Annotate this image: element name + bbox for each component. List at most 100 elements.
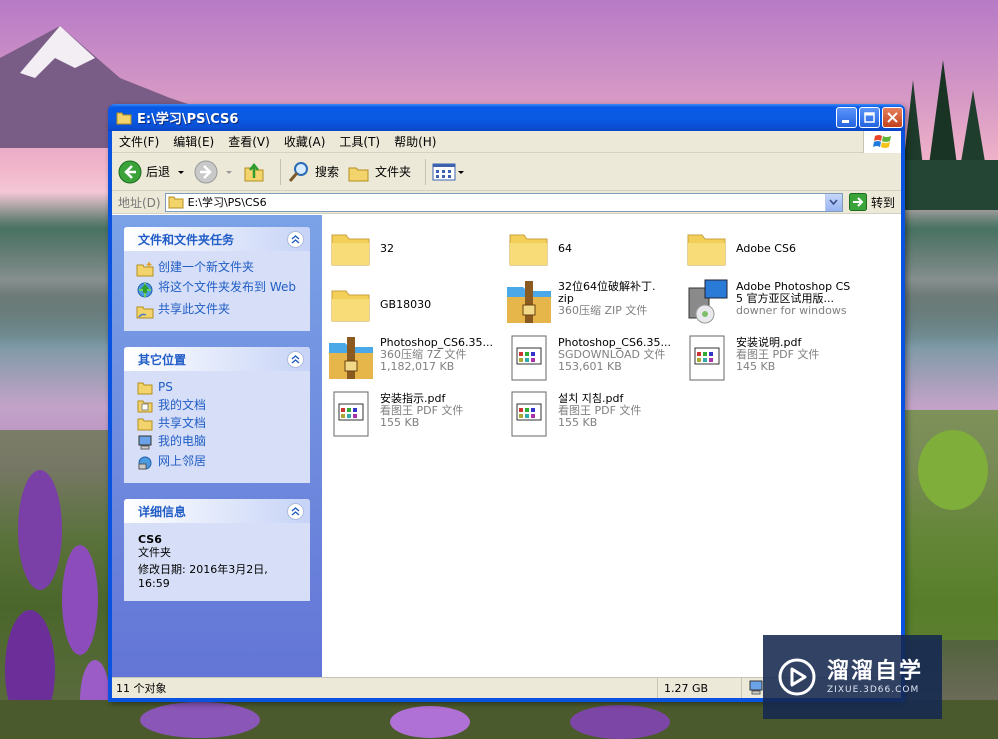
- file-name: Adobe CS6: [736, 242, 796, 255]
- file-size: 145 KB: [736, 360, 776, 373]
- back-label: 后退: [146, 165, 171, 179]
- task-publish-web[interactable]: 将这个文件夹发布到 Web: [136, 281, 302, 299]
- menu-view[interactable]: 查看(V): [221, 133, 277, 150]
- details-body: CS6 文件夹 修改日期: 2016年3月2日, 16:59: [124, 523, 310, 601]
- collapse-button[interactable]: [287, 502, 304, 520]
- views-icon: [432, 163, 456, 180]
- details-header[interactable]: 详细信息: [124, 499, 310, 523]
- other-places-header[interactable]: 其它位置: [124, 347, 310, 371]
- file-item-32[interactable]: 32: [326, 223, 501, 275]
- watermark-main: 溜溜自学: [827, 659, 924, 684]
- maximize-icon: [864, 112, 875, 123]
- chevron-up-double-icon: [291, 234, 300, 244]
- views-button[interactable]: [432, 162, 465, 182]
- address-input[interactable]: E:\学习\PS\CS6: [164, 192, 843, 212]
- task-share-folder[interactable]: 共享此文件夹: [136, 303, 302, 319]
- window-title: E:\学习\PS\CS6: [137, 112, 239, 127]
- task-new-folder-label: 创建一个新文件夹: [158, 260, 255, 274]
- other-places-body: PS 我的文档 共享文档 我的电脑 网上邻居: [124, 371, 310, 483]
- file-size: 153,601 KB: [558, 360, 622, 373]
- go-label: 转到: [870, 195, 895, 210]
- file-name: GB18030: [380, 298, 432, 311]
- file-tasks-panel: 文件和文件夹任务 创建一个新文件夹 将这个文件夹发布到 Web 共享此文件夹: [124, 227, 310, 331]
- folders-icon: [348, 167, 369, 181]
- file-item-install-guide-pdf[interactable]: 安装说明.pdf 看图王 PDF 文件 145 KB: [682, 333, 857, 385]
- window-content: 文件(F) 编辑(E) 查看(V) 收藏(A) 工具(T) 帮助(H) 后退 搜…: [112, 131, 901, 698]
- file-item-korean-guide-pdf[interactable]: 설치 지침.pdf 看图王 PDF 文件 155 KB: [504, 389, 679, 441]
- watermark-sub: ZIXUE.3D66.COM: [827, 685, 920, 695]
- menu-favorites[interactable]: 收藏(A): [277, 133, 333, 150]
- place-shared-documents-label: 共享文档: [158, 416, 207, 430]
- close-button[interactable]: [882, 107, 903, 128]
- archive-icon: [504, 277, 554, 327]
- file-item-install-instructions-pdf[interactable]: 安装指示.pdf 看图王 PDF 文件 155 KB: [326, 389, 501, 441]
- chevron-down-icon: [226, 170, 233, 174]
- folder-icon: [682, 223, 732, 273]
- watermark: 溜溜自学 ZIXUE.3D66.COM: [763, 635, 942, 719]
- network-places-icon: [138, 456, 152, 470]
- place-ps[interactable]: PS: [136, 381, 302, 395]
- details-modified: 修改日期: 2016年3月2日,: [138, 563, 268, 576]
- maximize-button[interactable]: [859, 107, 880, 128]
- chevron-down-icon: [458, 170, 465, 174]
- file-item-gb18030[interactable]: GB18030: [326, 279, 501, 331]
- folder-icon: [504, 223, 554, 273]
- go-arrow-icon: [848, 193, 867, 211]
- my-computer-icon: [749, 680, 763, 695]
- file-size: 155 KB: [380, 416, 420, 429]
- file-item-photoshop-sgdownload[interactable]: Photoshop_CS6.35... SGDOWNLOAD 文件 153,60…: [504, 333, 679, 385]
- details-panel: 详细信息 CS6 文件夹 修改日期: 2016年3月2日, 16:59: [124, 499, 310, 601]
- forward-arrow-icon: [194, 160, 218, 183]
- menu-file[interactable]: 文件(F): [112, 133, 166, 150]
- collapse-button[interactable]: [287, 230, 304, 248]
- menu-bar: 文件(F) 编辑(E) 查看(V) 收藏(A) 工具(T) 帮助(H): [112, 131, 901, 153]
- file-tasks-body: 创建一个新文件夹 将这个文件夹发布到 Web 共享此文件夹: [124, 251, 310, 331]
- folders-button[interactable]: 文件夹: [347, 160, 411, 184]
- file-item-adobe-cs6[interactable]: Adobe CS6: [682, 223, 857, 275]
- document-icon: [504, 389, 554, 439]
- folder-icon: [326, 223, 376, 273]
- other-places-panel: 其它位置 PS 我的文档 共享文档 我的电脑 网上邻居: [124, 347, 310, 483]
- file-name: 32: [380, 242, 394, 255]
- menu-edit[interactable]: 编辑(E): [166, 133, 221, 150]
- back-arrow-icon: [118, 160, 142, 183]
- archive-icon: [326, 333, 376, 383]
- details-modified-time: 16:59: [138, 577, 170, 590]
- place-my-documents[interactable]: 我的文档: [136, 399, 302, 413]
- document-icon: [682, 333, 732, 383]
- search-label: 搜索: [315, 165, 340, 179]
- address-dropdown-button[interactable]: [824, 193, 842, 211]
- search-button[interactable]: 搜索: [287, 160, 339, 184]
- my-documents-icon: [137, 400, 153, 413]
- up-folder-button[interactable]: [242, 160, 266, 184]
- search-icon: [288, 161, 309, 182]
- file-size: 1,182,017 KB: [380, 360, 455, 373]
- file-type: 360压缩 ZIP 文件: [558, 304, 648, 317]
- status-object-count: 11 个对象: [116, 682, 167, 695]
- collapse-button[interactable]: [287, 350, 304, 368]
- go-button[interactable]: 转到: [848, 193, 895, 211]
- file-item-photoshop-7z[interactable]: Photoshop_CS6.35... 360压缩 7Z 文件 1,182,01…: [326, 333, 501, 385]
- task-new-folder[interactable]: 创建一个新文件夹: [136, 261, 302, 277]
- toolbar: 后退 搜索 文件夹: [112, 153, 901, 191]
- toolbar-separator: [280, 158, 282, 185]
- file-tasks-header[interactable]: 文件和文件夹任务: [124, 227, 310, 251]
- place-my-computer[interactable]: 我的电脑: [136, 435, 302, 451]
- my-computer-icon: [138, 435, 152, 450]
- menu-help[interactable]: 帮助(H): [387, 133, 443, 150]
- place-network[interactable]: 网上邻居: [136, 455, 302, 471]
- folder-icon: [116, 112, 132, 124]
- file-item-crack-zip[interactable]: 32位64位破解补丁. zip 360压缩 ZIP 文件: [504, 277, 679, 329]
- forward-button[interactable]: [194, 160, 234, 184]
- minimize-button[interactable]: [836, 107, 857, 128]
- file-item-64[interactable]: 64: [504, 223, 679, 275]
- back-button[interactable]: 后退: [118, 160, 186, 184]
- menu-tools[interactable]: 工具(T): [332, 133, 387, 150]
- place-shared-documents[interactable]: 共享文档: [136, 417, 302, 431]
- file-name: 64: [558, 242, 572, 255]
- file-item-photoshop-installer[interactable]: Adobe Photoshop CS 5 官方亚区试用版... downer f…: [682, 277, 857, 329]
- folder-icon: [137, 382, 153, 395]
- file-tasks-title: 文件和文件夹任务: [138, 232, 235, 247]
- title-bar[interactable]: E:\学习\PS\CS6: [108, 104, 905, 131]
- explorer-body: 文件和文件夹任务 创建一个新文件夹 将这个文件夹发布到 Web 共享此文件夹 其…: [112, 215, 901, 677]
